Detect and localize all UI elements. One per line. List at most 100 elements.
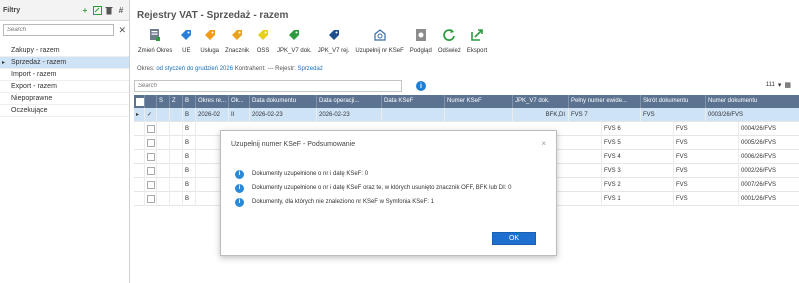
dialog-messages: i Dokumenty uzupełnione o nr i datę KSeF… (235, 167, 511, 209)
cell-pelny-numer: FVS 3 (602, 164, 674, 178)
info-icon: i (235, 183, 244, 193)
info-icon[interactable]: i (416, 81, 426, 91)
row-checkbox[interactable] (145, 150, 157, 164)
add-filter-icon[interactable]: + (80, 5, 90, 15)
grid-search-input[interactable] (134, 80, 402, 92)
cell-data-operacji: 2026-02-23 (317, 108, 382, 122)
filter-item-import[interactable]: Import - razem (0, 69, 129, 81)
checkbox[interactable] (147, 153, 155, 161)
ksef-summary-dialog: Uzupełnij numer KSeF - Podsumowanie × i … (220, 130, 557, 256)
cell-skrot: FVS (674, 150, 739, 164)
filter-search-row: ✕ (0, 21, 129, 39)
export-button[interactable]: Eksport (464, 28, 490, 64)
edit-filter-icon[interactable] (92, 5, 102, 15)
toolbar-label: Uzupełnij nr KSeF (355, 48, 404, 54)
column-header-okres[interactable]: Okres re... (196, 95, 229, 108)
cell-skrot: FVS (674, 122, 739, 136)
page-size-selector[interactable]: 111 ▾ ▦ (766, 81, 791, 89)
row-checkbox[interactable] (145, 164, 157, 178)
row-indicator (134, 150, 145, 164)
tag-green-icon (286, 28, 302, 42)
row-checkbox[interactable] (145, 178, 157, 192)
filter-item-label: Sprzedaż - razem (11, 59, 67, 66)
oss-button[interactable]: OSS (252, 28, 274, 64)
select-all-checkbox[interactable] (136, 98, 144, 106)
row-checkbox[interactable] (145, 192, 157, 206)
toolbar-label: Zmień Okres (138, 48, 173, 54)
cell-numer-dokumentu: 0006/26/FVS (739, 150, 799, 164)
column-header-data-ksef[interactable]: Data KSeF (382, 95, 445, 108)
column-header-numer-ksef[interactable]: Numer KSeF (445, 95, 513, 108)
change-period-button[interactable]: Zmień Okres (135, 28, 175, 64)
filter-item-zakupy[interactable]: Zakupy - razem (0, 45, 129, 57)
cell-s (157, 164, 170, 178)
tag-orange-icon (202, 28, 218, 42)
cell-z (170, 178, 183, 192)
cell-pelny-numer: FVS 2 (602, 178, 674, 192)
cell-z (170, 122, 183, 136)
info-icon: i (235, 169, 244, 179)
cell-data-dokumentu: 2026-02-23 (250, 108, 317, 122)
column-header-z[interactable]: Z (170, 95, 183, 108)
selected-arrow-icon: ▸ (2, 60, 6, 66)
toolbar-label: JPK_V7 rej. (317, 48, 350, 54)
filter-panel-title: Filtry (3, 6, 21, 14)
column-header-jpk-v7[interactable]: JPK_V7 dok. (513, 95, 569, 108)
column-header-skrot[interactable]: Skrót dokumentu (641, 95, 706, 108)
cell-pelny-numer: FVS 4 (602, 150, 674, 164)
preview-button[interactable]: Podgląd (407, 28, 435, 64)
pin-icon[interactable]: # (116, 5, 126, 15)
column-header-select[interactable] (134, 95, 145, 108)
column-header-numer-dokumentu[interactable]: Numer dokumentu (706, 95, 799, 108)
cell-jpk: BFK,DI (513, 108, 569, 122)
znacznik-button[interactable]: Znacznik (222, 28, 252, 64)
column-header-ok[interactable]: Ok... (229, 95, 250, 108)
ok-button[interactable]: OK (492, 232, 536, 245)
cell-numer-dokumentu: 0007/26/FVS (739, 178, 799, 192)
filter-item-sprzedaz[interactable]: ▸ Sprzedaż - razem (0, 57, 129, 69)
rejestr-value-link[interactable]: Sprzedaż (297, 66, 322, 72)
tag-navy-icon (326, 28, 342, 42)
ue-button[interactable]: UE (175, 28, 197, 64)
checkbox[interactable] (147, 181, 155, 189)
row-checkbox[interactable]: ✓ (145, 108, 157, 122)
filter-item-oczekujace[interactable]: Oczekujące (0, 105, 129, 117)
cell-pelny-numer: FVS 6 (602, 122, 674, 136)
delete-filter-icon[interactable] (104, 5, 114, 15)
jpk-v7-dok-button[interactable]: JPK_V7 dok. (274, 28, 315, 64)
checkbox[interactable] (147, 195, 155, 203)
column-header-b[interactable]: B (183, 95, 196, 108)
cell-s (157, 122, 170, 136)
table-row[interactable]: ▸ ✓ B 2026-02 II 2026-02-23 2026-02-23 B… (134, 108, 799, 122)
refresh-button[interactable]: Odśwież (435, 28, 464, 64)
row-checkbox[interactable] (145, 136, 157, 150)
close-icon[interactable]: × (541, 139, 546, 148)
checkbox[interactable] (147, 125, 155, 133)
clear-search-icon[interactable]: ✕ (118, 25, 126, 36)
filter-item-label: Oczekujące (11, 107, 48, 114)
column-header-indicator[interactable] (145, 95, 157, 108)
column-header-pelny-numer[interactable]: Pełny numer ewide... (569, 95, 641, 108)
message-line: i Dokumenty uzupełnione o nr i datę KSeF… (235, 181, 511, 195)
dropdown-arrow-icon: ▾ (777, 82, 782, 89)
jpk-v7-rej-button[interactable]: JPK_V7 rej. (315, 28, 353, 64)
row-checkbox[interactable] (145, 122, 157, 136)
cell-s (157, 178, 170, 192)
okres-value-link[interactable]: od styczeń do grudzień 2026 (156, 66, 233, 72)
grid-settings-icon[interactable]: ▦ (784, 81, 791, 89)
column-header-data-operacji[interactable]: Data operacji... (317, 95, 382, 108)
message-text: Dokumenty uzupełnione o nr i datę KSeF o… (252, 185, 512, 191)
filter-item-label: Niepoprawne (11, 95, 53, 102)
checkbox[interactable] (147, 167, 155, 175)
filter-item-niepoprawne[interactable]: Niepoprawne (0, 93, 129, 105)
filter-item-export[interactable]: Export - razem (0, 81, 129, 93)
column-header-data-dokumentu[interactable]: Data dokumentu (250, 95, 317, 108)
ksef-icon (372, 28, 388, 42)
filter-search-input[interactable] (3, 24, 115, 36)
usluga-button[interactable]: Usługa (197, 28, 222, 64)
column-header-s[interactable]: S (157, 95, 170, 108)
uzupelnij-ksef-button[interactable]: Uzupełnij nr KSeF (352, 28, 406, 64)
cell-numer-dokumentu: 0001/26/FVS (739, 192, 799, 206)
row-indicator (134, 178, 145, 192)
checkbox[interactable] (147, 139, 155, 147)
